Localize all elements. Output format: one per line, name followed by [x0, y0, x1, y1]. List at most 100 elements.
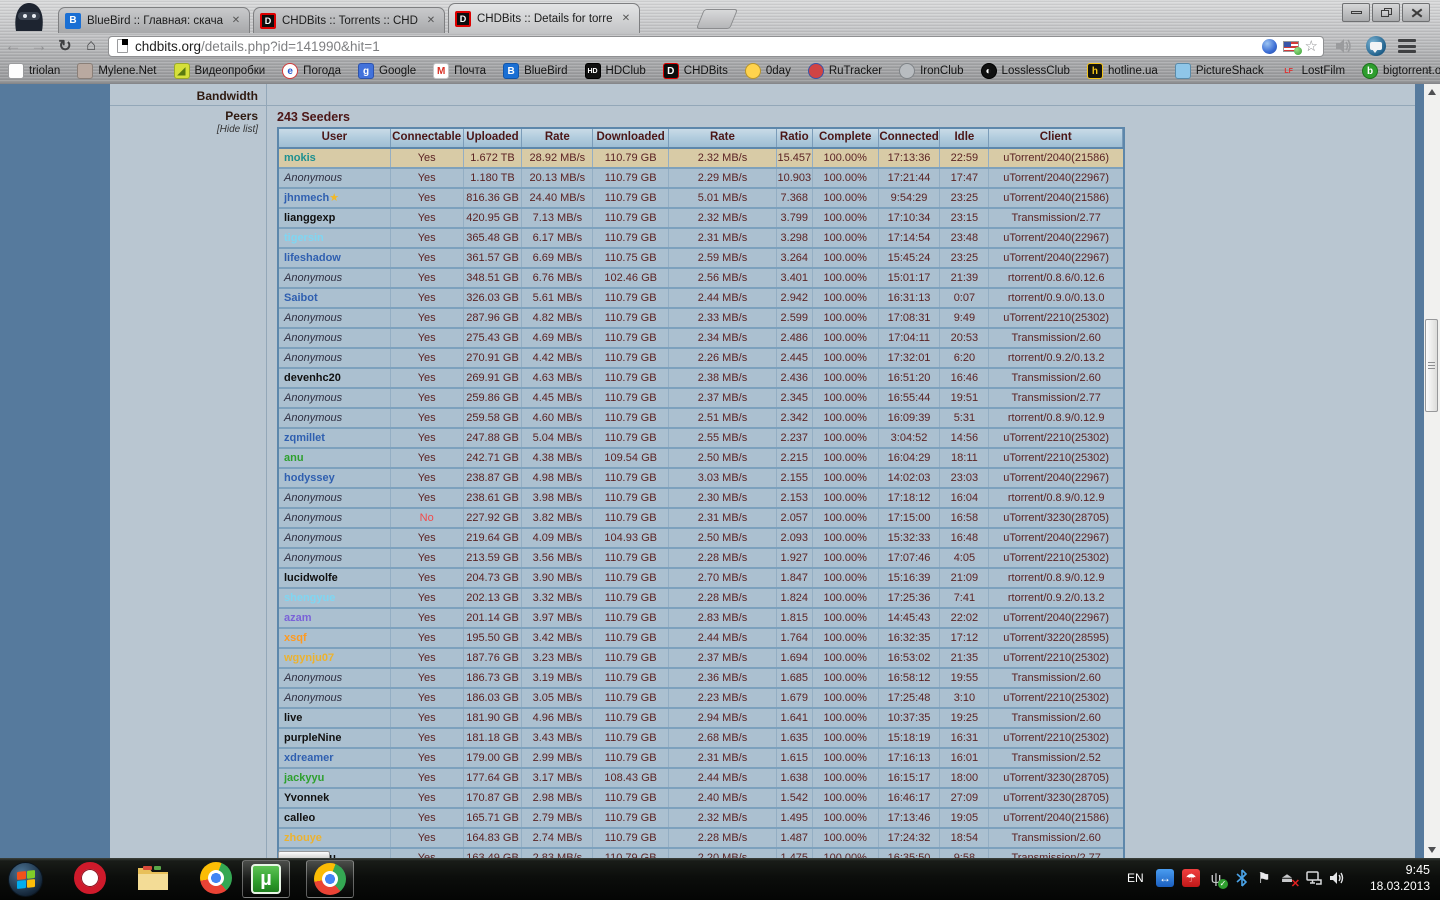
cell-user[interactable]: mokis — [279, 149, 391, 167]
username-link[interactable]: wgynju07 — [284, 652, 334, 664]
username-link[interactable]: tigersin — [284, 232, 324, 244]
bookmark-item[interactable]: ◐ LosslessClub — [980, 63, 1070, 79]
hide-list-link[interactable]: [Hide list] — [110, 124, 258, 135]
extension-blue-icon[interactable] — [1261, 38, 1277, 54]
username-link[interactable]: live — [284, 712, 302, 724]
username-link[interactable]: Yvonnek — [284, 792, 329, 804]
username-link[interactable]: zhouye — [284, 832, 322, 844]
username-link[interactable]: Anonymous — [284, 412, 342, 424]
taskbar-utorrent-button[interactable]: µ — [242, 860, 290, 898]
cell-user[interactable]: Anonymous — [279, 529, 391, 547]
browser-tab[interactable]: B BlueBird :: Главная: скача ✕ — [58, 7, 250, 33]
username-link[interactable]: lianggexp — [284, 212, 335, 224]
cell-user[interactable]: purpleNine — [279, 729, 391, 747]
username-link[interactable]: azam — [284, 612, 312, 624]
username-link[interactable]: Anonymous — [284, 312, 342, 324]
action-center-flag-icon[interactable]: ⚑ — [1255, 869, 1273, 887]
extension-flag-icon[interactable] — [1282, 40, 1302, 55]
username-link[interactable]: xdreamer — [284, 752, 334, 764]
username-link[interactable]: Anonymous — [284, 352, 342, 364]
username-link[interactable]: Anonymous — [284, 552, 342, 564]
username-link[interactable]: Anonymous — [284, 392, 342, 404]
teamviewer-tray-icon[interactable]: ↔ — [1156, 869, 1174, 887]
username-link[interactable]: xsqf — [284, 632, 307, 644]
start-button[interactable] — [8, 862, 43, 897]
bookmark-star-icon[interactable]: ☆ — [1305, 39, 1318, 54]
cell-user[interactable]: Anonymous — [279, 269, 391, 287]
scrollbar-down-icon[interactable] — [1424, 842, 1440, 858]
username-link[interactable]: Anonymous — [284, 532, 342, 544]
cell-user[interactable]: Anonymous — [279, 329, 391, 347]
bookmark-item[interactable]: h hotline.ua — [1086, 63, 1158, 79]
cell-user[interactable]: Anonymous — [279, 349, 391, 367]
bookmark-item[interactable]: RuTracker — [807, 63, 882, 79]
address-bar[interactable]: chdbits.org/details.php?id=141990&hit=1 … — [108, 35, 1324, 57]
username-link[interactable]: zqmillet — [284, 432, 325, 444]
cell-user[interactable]: live — [279, 709, 391, 727]
cell-user[interactable]: Anonymous — [279, 509, 391, 527]
bookmark-item[interactable]: M Почта — [433, 63, 486, 79]
cell-user[interactable]: calleo — [279, 809, 391, 827]
username-link[interactable]: shengyue — [284, 592, 335, 604]
bookmark-item[interactable]: e Погода — [282, 63, 341, 79]
reload-button[interactable]: ↻ — [52, 36, 78, 56]
cell-user[interactable]: devenhc20 — [279, 369, 391, 387]
bookmark-item[interactable]: D CHDBits — [662, 63, 728, 79]
cell-user[interactable]: zhouye — [279, 829, 391, 847]
cell-user[interactable]: jhnmech★ — [279, 189, 391, 207]
restore-button[interactable] — [1372, 3, 1400, 22]
bookmark-item[interactable]: HD HDClub — [584, 63, 646, 79]
tab-close-icon[interactable]: ✕ — [229, 14, 243, 28]
browser-tab[interactable]: D CHDBits :: Details for torre ✕ — [448, 3, 640, 33]
taskbar-chrome-active-button[interactable] — [306, 860, 354, 898]
language-indicator[interactable]: EN — [1127, 871, 1144, 885]
bookmark-item[interactable]: triolan — [8, 63, 60, 79]
username-link[interactable]: Anonymous — [284, 492, 342, 504]
username-link[interactable]: devenhc20 — [284, 372, 341, 384]
username-link[interactable]: Anonymous — [284, 672, 342, 684]
cell-user[interactable]: jackyyu — [279, 769, 391, 787]
new-tab-button[interactable] — [695, 9, 739, 29]
taskbar-opera-icon[interactable] — [74, 862, 106, 894]
bookmarks-overflow-icon[interactable]: » — [1425, 62, 1432, 77]
bookmark-item[interactable]: B BlueBird — [503, 63, 568, 79]
cell-user[interactable]: tigersin — [279, 229, 391, 247]
back-button[interactable]: ← — [0, 36, 26, 56]
cell-user[interactable]: zqmillet — [279, 429, 391, 447]
scrollbar-thumb[interactable] — [1425, 319, 1438, 412]
username-link[interactable]: Anonymous — [284, 512, 342, 524]
username-link[interactable]: jackyyu — [284, 772, 324, 784]
username-link[interactable]: hodyssey — [284, 472, 335, 484]
scrollbar-up-icon[interactable] — [1424, 84, 1440, 100]
usb-tray-icon[interactable]: ψ ✓ — [1207, 869, 1228, 889]
home-button[interactable]: ⌂ — [78, 37, 104, 55]
username-link[interactable]: lucidwolfe — [284, 572, 338, 584]
horizontal-scrollbar-thumb[interactable] — [278, 851, 330, 858]
tab-close-icon[interactable]: ✕ — [619, 12, 633, 26]
username-link[interactable]: Anonymous — [284, 692, 342, 704]
avira-tray-icon[interactable]: ☂ — [1182, 869, 1200, 887]
taskbar-chrome-icon[interactable] — [200, 862, 232, 894]
cell-user[interactable]: Anonymous — [279, 549, 391, 567]
bookmark-item[interactable]: IronClub — [899, 63, 964, 79]
cell-user[interactable]: xdreamer — [279, 749, 391, 767]
cell-user[interactable]: Saibot — [279, 289, 391, 307]
clock[interactable]: 9:45 18.03.2013 — [1370, 862, 1430, 894]
cell-user[interactable]: Anonymous — [279, 409, 391, 427]
username-link[interactable]: jhnmech — [284, 192, 329, 204]
speaker-icon[interactable] — [1334, 37, 1354, 55]
cell-user[interactable]: Anonymous — [279, 389, 391, 407]
bookmark-item[interactable]: ◢ Видеопробки — [173, 63, 265, 79]
username-link[interactable]: Anonymous — [284, 332, 342, 344]
taskbar-explorer-icon[interactable] — [136, 862, 170, 894]
cell-user[interactable]: Anonymous — [279, 489, 391, 507]
minimize-button[interactable] — [1342, 3, 1370, 22]
username-link[interactable]: Anonymous — [284, 272, 342, 284]
username-link[interactable]: lifeshadow — [284, 252, 341, 264]
browser-tab[interactable]: D CHDBits :: Torrents :: CHD ✕ — [253, 7, 445, 33]
vertical-scrollbar[interactable] — [1424, 84, 1440, 858]
volume-tray-icon[interactable] — [1328, 869, 1346, 887]
username-link[interactable]: calleo — [284, 812, 315, 824]
bluetooth-tray-icon[interactable] — [1233, 869, 1251, 887]
username-link[interactable]: anu — [284, 452, 304, 464]
